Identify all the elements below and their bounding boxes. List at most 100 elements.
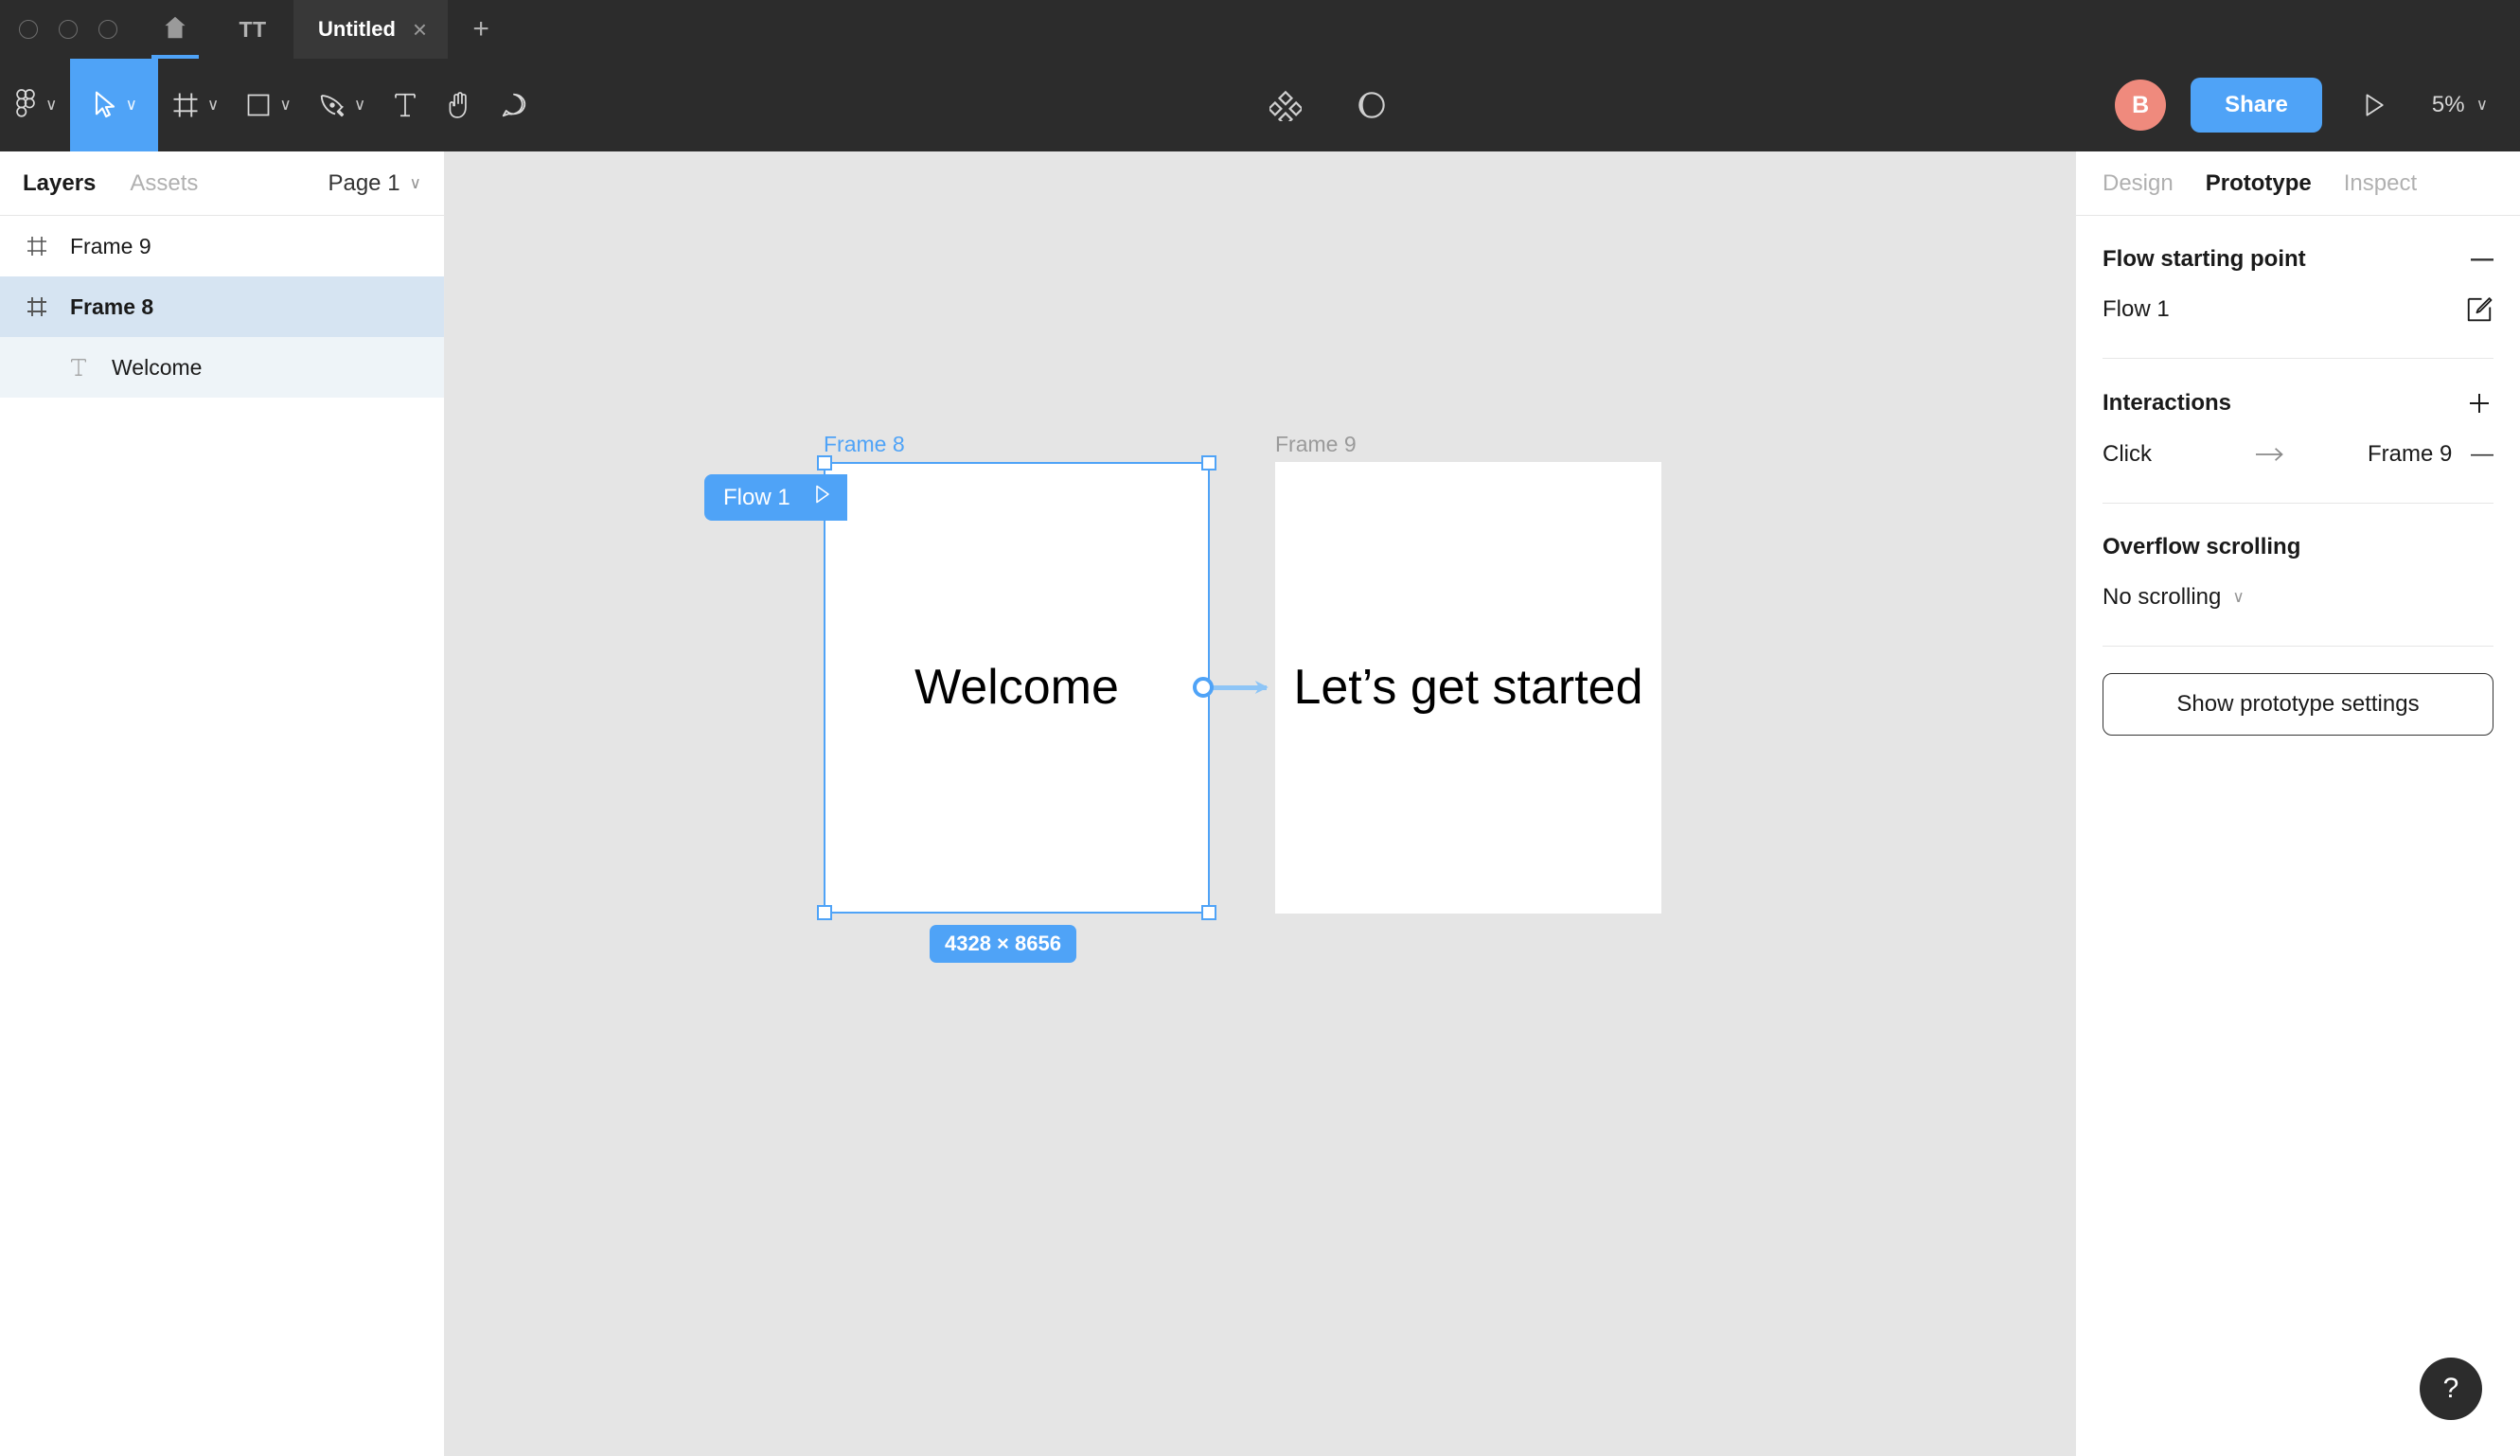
flow-badge-label: Flow 1 xyxy=(723,484,790,510)
overflow-scrolling-section: Overflow scrolling No scrolling ∨ xyxy=(2076,504,2520,647)
frame-label-frame-8[interactable]: Frame 8 xyxy=(824,432,905,457)
interactions-section-title: Interactions xyxy=(2103,390,2232,416)
interactions-section: Interactions Click Frame 9 — xyxy=(2076,359,2520,504)
layer-row-welcome[interactable]: Welcome xyxy=(0,337,444,398)
chevron-down-icon[interactable]: ∨ xyxy=(354,96,365,115)
chevron-down-icon[interactable]: ∨ xyxy=(45,96,57,115)
zoom-level-value: 5% xyxy=(2431,92,2465,117)
new-tab-button[interactable]: + xyxy=(448,0,514,59)
move-tool-button[interactable]: ∨ xyxy=(70,59,158,151)
present-play-icon xyxy=(2360,91,2388,119)
home-icon xyxy=(161,13,189,46)
overflow-scrolling-value: No scrolling xyxy=(2103,584,2222,610)
remove-flow-icon[interactable]: — xyxy=(2471,246,2493,273)
tab-layers[interactable]: Layers xyxy=(23,170,96,197)
layer-row-frame-9[interactable]: Frame 9 xyxy=(0,216,444,276)
layer-name: Frame 8 xyxy=(70,293,154,319)
left-sidebar-header: Layers Assets Page 1 ∨ xyxy=(0,151,444,216)
window-minimize-button[interactable] xyxy=(59,20,78,39)
section-divider xyxy=(2103,646,2493,647)
design-canvas[interactable]: Frame 9 Let’s get started Frame 8 Welcom… xyxy=(445,151,2075,1456)
home-tab[interactable] xyxy=(138,0,212,59)
flow-row: Flow 1 xyxy=(2103,278,2493,341)
connector-arrow-icon xyxy=(1251,674,1280,705)
interaction-row-click[interactable]: Click Frame 9 — xyxy=(2103,423,2493,486)
share-button[interactable]: Share xyxy=(2191,78,2322,133)
layer-name: Welcome xyxy=(112,354,203,380)
layer-name: Frame 9 xyxy=(70,233,151,258)
interactions-section-header: Interactions xyxy=(2103,359,2493,423)
text-layer-icon xyxy=(64,357,93,378)
right-sidebar: Design Prototype Inspect Flow starting p… xyxy=(2075,151,2520,1456)
right-sidebar-tabs: Design Prototype Inspect xyxy=(2076,151,2520,216)
shape-tool-icon xyxy=(245,92,272,118)
layer-row-frame-8[interactable]: Frame 8 xyxy=(0,276,444,337)
frame-text-content: Welcome xyxy=(914,660,1119,716)
zoom-level-button[interactable]: 5% ∨ xyxy=(2426,92,2488,118)
overflow-section-header: Overflow scrolling xyxy=(2103,504,2493,566)
document-tab-title: Untitled xyxy=(318,17,396,41)
main-toolbar: ∨ ∨ ∨ ∨ ∨ B Share 5% ∨ xyxy=(0,59,2520,151)
frame-tool-button[interactable]: ∨ xyxy=(158,59,232,151)
present-button[interactable] xyxy=(2347,59,2402,151)
interaction-trigger: Click xyxy=(2103,441,2152,467)
mask-button[interactable] xyxy=(1343,59,1400,151)
show-prototype-settings-button[interactable]: Show prototype settings xyxy=(2103,673,2493,736)
play-outline-icon[interactable] xyxy=(811,483,832,512)
page-selector[interactable]: Page 1 ∨ xyxy=(328,170,421,197)
remove-interaction-icon[interactable]: — xyxy=(2471,441,2493,468)
pen-tool-icon xyxy=(318,91,346,119)
flow-section-header: Flow starting point — xyxy=(2103,216,2493,278)
add-interaction-icon[interactable] xyxy=(2465,389,2493,417)
hand-tool-button[interactable] xyxy=(432,59,487,151)
frame-text-content: Let’s get started xyxy=(1293,660,1643,716)
canvas-frame-frame-8[interactable]: Welcome xyxy=(824,462,1210,914)
hand-tool-icon xyxy=(445,90,473,120)
page-name: Page 1 xyxy=(328,169,400,196)
figma-menu-button[interactable]: ∨ xyxy=(0,59,70,151)
flow-starting-point-badge[interactable]: Flow 1 xyxy=(704,474,847,521)
chevron-down-icon[interactable]: ∨ xyxy=(279,96,291,115)
overflow-section-title: Overflow scrolling xyxy=(2103,534,2301,559)
window-maximize-button[interactable] xyxy=(98,20,117,39)
window-close-button[interactable] xyxy=(19,20,38,39)
recent-files-tab[interactable]: TT xyxy=(212,0,293,59)
mask-icon xyxy=(1357,90,1387,120)
help-button[interactable]: ? xyxy=(2420,1358,2482,1420)
pen-tool-button[interactable]: ∨ xyxy=(305,59,379,151)
interaction-destination: Frame 9 xyxy=(2368,441,2453,467)
chevron-down-icon: ∨ xyxy=(2476,96,2489,114)
chevron-down-icon[interactable]: ∨ xyxy=(125,96,136,115)
text-tool-button[interactable] xyxy=(379,59,432,151)
frame-icon xyxy=(23,295,51,318)
window-tab-bar: TT Untitled × + xyxy=(0,0,2520,59)
components-button[interactable] xyxy=(1256,59,1315,151)
toolbar-center-group xyxy=(1256,59,1400,151)
move-tool-icon xyxy=(91,90,117,120)
overflow-row: No scrolling ∨ xyxy=(2103,566,2493,629)
arrow-right-icon xyxy=(2254,445,2368,464)
close-icon[interactable]: × xyxy=(413,17,427,42)
frame-icon xyxy=(23,235,51,257)
toolbar-right-group: B Share 5% ∨ xyxy=(2115,59,2520,151)
connector-dot-icon[interactable] xyxy=(1193,677,1214,698)
frame-tool-icon xyxy=(171,91,200,119)
tab-assets[interactable]: Assets xyxy=(130,170,198,197)
tab-design[interactable]: Design xyxy=(2103,170,2174,197)
edit-pencil-icon[interactable] xyxy=(2465,295,2493,324)
flow-section-title: Flow starting point xyxy=(2103,246,2306,272)
document-tab-untitled[interactable]: Untitled × xyxy=(293,0,449,59)
frame-label-frame-9[interactable]: Frame 9 xyxy=(1275,432,1357,457)
figma-app-window: TT Untitled × + ∨ ∨ ∨ ∨ ∨ B Share 5% ∨ L… xyxy=(0,0,2520,1456)
comment-tool-button[interactable] xyxy=(487,59,541,151)
canvas-frame-frame-9[interactable]: Let’s get started xyxy=(1275,462,1661,914)
tab-inspect[interactable]: Inspect xyxy=(2344,170,2417,197)
figma-menu-icon xyxy=(13,89,38,121)
shape-tool-button[interactable]: ∨ xyxy=(232,59,304,151)
chevron-down-icon[interactable]: ∨ xyxy=(207,96,219,115)
components-icon xyxy=(1269,89,1303,121)
tab-prototype[interactable]: Prototype xyxy=(2206,170,2312,197)
avatar[interactable]: B xyxy=(2115,80,2167,131)
overflow-scrolling-select[interactable]: No scrolling ∨ xyxy=(2103,584,2245,611)
text-tool-icon xyxy=(392,91,418,119)
